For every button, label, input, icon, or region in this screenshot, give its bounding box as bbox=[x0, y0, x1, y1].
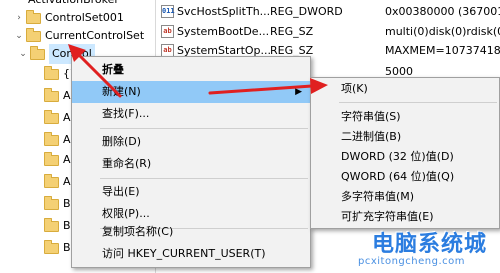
submenu-item-binary-value[interactable]: 二进制值(B) bbox=[311, 126, 499, 148]
tree-item-subkey[interactable]: A bbox=[44, 130, 71, 150]
value-type: REG_DWORD bbox=[270, 5, 343, 18]
folder-icon bbox=[26, 9, 41, 24]
menu-separator bbox=[100, 128, 308, 129]
tree-item-controlset001[interactable]: › ControlSet001 bbox=[14, 8, 124, 28]
tree-item-subkey[interactable]: B bbox=[44, 216, 71, 236]
chevron-down-icon[interactable]: ⌄ bbox=[14, 26, 24, 46]
site-watermark: 电脑系统城 pcxitongcheng.com bbox=[358, 226, 500, 273]
folder-icon bbox=[44, 65, 59, 80]
value-data: 0x00380000 (36700160) bbox=[385, 5, 500, 18]
tree-item-subkey[interactable]: A bbox=[44, 108, 71, 128]
menu-separator bbox=[339, 102, 497, 103]
menu-item-delete[interactable]: 删除(D) bbox=[72, 131, 310, 153]
menu-separator bbox=[100, 178, 308, 179]
folder-icon bbox=[44, 195, 59, 210]
dword-value-icon: 011 bbox=[161, 5, 175, 18]
folder-icon bbox=[44, 87, 59, 102]
tree-item-label: A bbox=[63, 175, 71, 188]
tree-item-label: B bbox=[63, 241, 71, 254]
folder-icon bbox=[44, 131, 59, 146]
menu-item-collapse[interactable]: 折叠 bbox=[72, 59, 310, 81]
menu-item-export[interactable]: 导出(E) bbox=[72, 181, 310, 203]
value-row[interactable]: ab SystemBootDe... REG_SZ multi(0)disk(0… bbox=[157, 21, 500, 42]
folder-open-icon bbox=[30, 45, 45, 60]
folder-icon bbox=[44, 239, 59, 254]
tree-item-subkey[interactable]: B bbox=[44, 194, 71, 214]
menu-item-new[interactable]: 新建(N) ▶ bbox=[72, 81, 310, 103]
menu-item-label: 新建(N) bbox=[102, 85, 141, 98]
value-name: SystemBootDe... bbox=[177, 25, 270, 38]
folder-icon bbox=[44, 151, 59, 166]
chevron-right-icon[interactable]: › bbox=[14, 8, 24, 28]
tree-item-label: A bbox=[63, 111, 71, 124]
folder-icon bbox=[44, 173, 59, 188]
tree-item-subkey[interactable]: A bbox=[44, 150, 71, 170]
submenu-item-qword-value[interactable]: QWORD (64 位)值(Q) bbox=[311, 166, 499, 188]
chevron-down-icon[interactable]: ⌄ bbox=[18, 44, 28, 64]
tree-item-label: ControlSet001 bbox=[45, 11, 124, 24]
tree-item-label: A bbox=[63, 133, 71, 146]
tree-item-subkey[interactable]: A bbox=[44, 172, 71, 192]
tree-item-subkey[interactable]: B bbox=[44, 238, 71, 258]
submenu-item-string-value[interactable]: 字符串值(S) bbox=[311, 106, 499, 128]
folder-icon bbox=[44, 217, 59, 232]
tree-item-label: A bbox=[63, 89, 71, 102]
folder-icon bbox=[26, 27, 41, 42]
watermark-url: pcxitongcheng.com bbox=[358, 256, 465, 267]
value-data: MAXMEM=10737418 bbox=[385, 44, 500, 57]
submenu-item-key[interactable]: 项(K) bbox=[311, 78, 499, 100]
folder-icon bbox=[44, 109, 59, 124]
value-name: SvcHostSplitTh... bbox=[177, 5, 271, 18]
value-type: REG_SZ bbox=[270, 25, 314, 38]
submenu-item-expandable-string-value[interactable]: 可扩充字符串值(E) bbox=[311, 206, 499, 228]
value-row[interactable]: 011 SvcHostSplitTh... REG_DWORD 0x003800… bbox=[157, 1, 500, 22]
tree-item-label: B bbox=[63, 197, 71, 210]
tree-item-label: B bbox=[63, 219, 71, 232]
menu-item-find[interactable]: 查找(F)... bbox=[72, 103, 310, 125]
submenu-item-dword-value[interactable]: DWORD (32 位)值(D) bbox=[311, 146, 499, 168]
watermark-title: 电脑系统城 bbox=[372, 232, 488, 257]
menu-item-copy-key-name[interactable]: 复制项名称(C) bbox=[72, 221, 310, 243]
menu-item-go-to-hkcu[interactable]: 访问 HKEY_CURRENT_USER(T) bbox=[72, 243, 310, 265]
tree-item-currentcontrolset[interactable]: ⌄ CurrentControlSet bbox=[14, 26, 144, 46]
new-submenu: 项(K) 字符串值(S) 二进制值(B) DWORD (32 位)值(D) QW… bbox=[310, 77, 500, 229]
submenu-item-multi-string-value[interactable]: 多字符串值(M) bbox=[311, 186, 499, 208]
string-value-icon: ab bbox=[161, 25, 174, 38]
value-data: multi(0)disk(0)rdisk(0) bbox=[385, 25, 500, 38]
menu-item-rename[interactable]: 重命名(R) bbox=[72, 153, 310, 175]
tree-item-label: CurrentControlSet bbox=[45, 29, 145, 42]
submenu-arrow-icon: ▶ bbox=[295, 87, 302, 97]
context-menu: 折叠 新建(N) ▶ 查找(F)... 删除(D) 重命名(R) 导出(E) 权… bbox=[71, 56, 311, 268]
tree-item-subkey[interactable]: A bbox=[44, 86, 71, 106]
tree-item-label: A bbox=[63, 153, 71, 166]
